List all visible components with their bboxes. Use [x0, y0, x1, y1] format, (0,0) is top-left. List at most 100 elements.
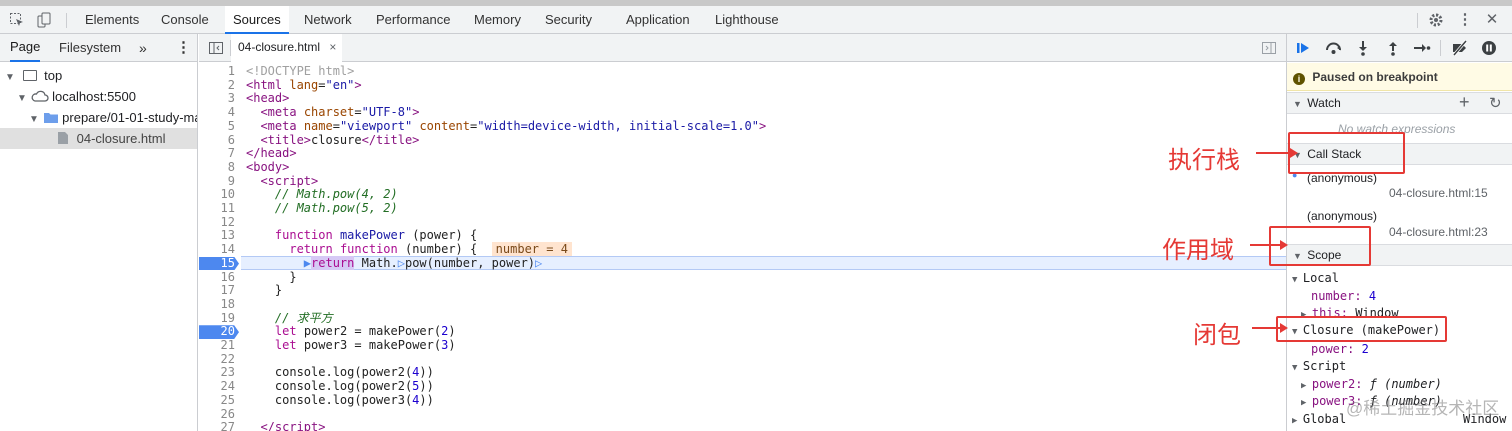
code-line[interactable]: let power2 = makePower(2)	[246, 324, 456, 339]
tab-page[interactable]: Page	[10, 34, 41, 62]
line-number[interactable]: 16	[199, 270, 239, 285]
code-line[interactable]: </head>	[246, 146, 297, 161]
line-number[interactable]: 18	[199, 297, 239, 312]
line-number[interactable]: 10	[199, 188, 239, 202]
toggle-debugger-icon[interactable]	[1261, 40, 1277, 59]
line-number[interactable]: 2	[199, 78, 239, 93]
tab-memory[interactable]: Memory	[474, 6, 521, 34]
tree-item-top[interactable]: ▼ top	[0, 65, 197, 86]
tab-network[interactable]: Network	[304, 6, 352, 34]
code-line[interactable]: <body>	[246, 160, 289, 175]
tree-item-folder[interactable]: ▼ prepare/01-01-study-ma	[0, 107, 197, 128]
frame-location[interactable]: 04-closure.html:15	[1389, 186, 1488, 200]
file-icon	[57, 131, 69, 146]
code-editor: 04-closure.html × 1 <!DOCTYPE html> 2 <html…	[199, 34, 1286, 431]
line-number[interactable]: 25	[199, 393, 239, 408]
code-line[interactable]: let power3 = makePower(3)	[246, 338, 456, 353]
refresh-watch-icon[interactable]: ↻	[1489, 93, 1502, 114]
line-number[interactable]: 14	[199, 242, 239, 257]
code-line[interactable]: <!DOCTYPE html>	[246, 64, 354, 79]
scope-local[interactable]: ▼ Local	[1292, 271, 1339, 285]
line-number[interactable]: 27	[199, 420, 239, 431]
line-number[interactable]: 23	[199, 366, 239, 380]
toggle-navigator-icon[interactable]	[208, 40, 224, 59]
step-icon[interactable]	[1413, 40, 1431, 56]
line-number[interactable]: 3	[199, 92, 239, 106]
line-number[interactable]: 24	[199, 379, 239, 394]
code-line[interactable]: </script>	[246, 420, 325, 431]
scope-script[interactable]: ▼ Script	[1292, 359, 1346, 373]
line-number[interactable]: 17	[199, 283, 239, 298]
line-number[interactable]: 7	[199, 146, 239, 161]
tab-filesystem[interactable]: Filesystem	[59, 34, 121, 62]
watch-section-header[interactable]: ▼ Watch + ↻	[1287, 92, 1512, 114]
scope-global[interactable]: ▶ Global	[1292, 412, 1346, 426]
file-tab[interactable]: 04-closure.html ×	[231, 34, 343, 62]
line-number[interactable]: 1	[199, 64, 239, 79]
scope-local-label: Local	[1302, 271, 1339, 285]
code-line[interactable]: <head>	[246, 92, 289, 106]
line-number[interactable]: 19	[199, 311, 239, 326]
code-line[interactable]: console.log(power2(5))	[246, 379, 434, 394]
code-line[interactable]: }	[246, 270, 296, 285]
code-line[interactable]: ▶return Math.▷pow(number, power)▷	[246, 255, 542, 271]
tab-security[interactable]: Security	[545, 6, 592, 34]
tab-console[interactable]: Console	[161, 6, 209, 34]
code-line[interactable]: function makePower (power) {	[246, 229, 477, 243]
code-line[interactable]: <meta name="viewport" content="width=dev…	[246, 119, 766, 134]
line-number[interactable]: 12	[199, 215, 239, 230]
device-toolbar-icon[interactable]	[36, 12, 52, 28]
tree-item-host[interactable]: ▼ localhost:5500	[0, 86, 197, 107]
pause-on-exceptions-icon[interactable]	[1481, 40, 1497, 56]
add-watch-icon[interactable]: +	[1459, 92, 1470, 113]
line-number[interactable]: 9	[199, 174, 239, 189]
line-number[interactable]: 13	[199, 229, 239, 243]
scope-arrow-icon	[1250, 240, 1288, 250]
resume-icon[interactable]	[1295, 40, 1311, 56]
step-out-icon[interactable]	[1385, 40, 1401, 56]
code-line[interactable]: // Math.pow(5, 2)	[246, 201, 398, 216]
line-number[interactable]: 8	[199, 160, 239, 175]
tab-performance[interactable]: Performance	[376, 6, 450, 34]
var-key: power:	[1311, 342, 1355, 356]
more-options-icon[interactable]: ⋮	[1457, 12, 1473, 28]
inspect-element-icon[interactable]	[9, 12, 25, 28]
settings-gear-icon[interactable]	[1428, 12, 1444, 28]
breakpoint-line-number[interactable]: 20	[199, 325, 239, 339]
tab-elements[interactable]: Elements	[85, 6, 139, 34]
scope-var-power2[interactable]: ▶ power2: ƒ (number)	[1301, 377, 1442, 391]
navigator-menu-icon[interactable]: ⋮	[176, 34, 191, 62]
line-number[interactable]: 21	[199, 338, 239, 353]
line-number[interactable]: 22	[199, 352, 239, 367]
navigator-header: Page Filesystem » ⋮	[0, 34, 197, 62]
paused-text: Paused on breakpoint	[1312, 70, 1438, 84]
code-line[interactable]: console.log(power3(4))	[246, 393, 434, 408]
code-line[interactable]: }	[246, 283, 282, 298]
code-line[interactable]: // 求平方	[246, 311, 333, 326]
close-devtools-icon[interactable]: ✕	[1484, 12, 1500, 28]
step-over-icon[interactable]	[1325, 40, 1341, 56]
var-key: number:	[1311, 289, 1362, 303]
line-number[interactable]: 11	[199, 201, 239, 216]
tree-item-file[interactable]: 04-closure.html	[0, 128, 197, 149]
code-line[interactable]: <script>	[246, 174, 318, 189]
tab-application[interactable]: Application	[626, 6, 690, 34]
code-line[interactable]: return function (number) { number = 4	[246, 242, 572, 257]
close-tab-icon[interactable]: ×	[329, 40, 336, 54]
deactivate-breakpoints-icon[interactable]	[1451, 40, 1468, 56]
code-line[interactable]: <html lang="en">	[246, 78, 362, 93]
tab-sources[interactable]: Sources	[225, 6, 289, 34]
line-number[interactable]: 5	[199, 119, 239, 134]
more-tabs-icon[interactable]: »	[139, 34, 147, 62]
frame-location[interactable]: 04-closure.html:23	[1389, 225, 1488, 239]
code-line[interactable]: <title>closure</title>	[246, 133, 419, 148]
code-line[interactable]: console.log(power2(4))	[246, 366, 434, 380]
line-number[interactable]: 4	[199, 105, 239, 120]
step-into-icon[interactable]	[1355, 40, 1371, 56]
code-line[interactable]: // Math.pow(4, 2)	[246, 187, 398, 202]
line-number[interactable]: 26	[199, 407, 239, 422]
code-line[interactable]: <meta charset="UTF-8">	[246, 105, 419, 120]
tab-lighthouse[interactable]: Lighthouse	[715, 6, 779, 34]
line-number[interactable]: 6	[199, 133, 239, 148]
breakpoint-line-number[interactable]: 15	[199, 256, 239, 271]
